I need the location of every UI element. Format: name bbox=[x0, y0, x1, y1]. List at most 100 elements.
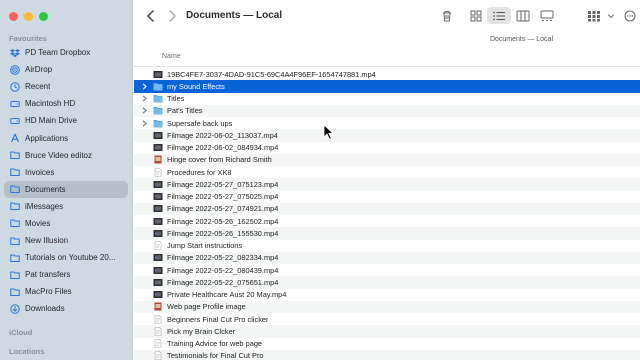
more-actions-button[interactable] bbox=[620, 7, 640, 24]
document-icon bbox=[153, 314, 163, 324]
sidebar-item-pat-transfers[interactable]: Pat transfers bbox=[4, 266, 128, 283]
minimize-window-button[interactable] bbox=[24, 12, 33, 21]
file-row[interactable]: Filmage 2022-06-02_084934.mp4 bbox=[134, 142, 640, 154]
close-window-button[interactable] bbox=[9, 12, 18, 21]
folder-row[interactable]: Titles bbox=[134, 93, 640, 105]
sidebar-item-label: HD Main Drive bbox=[25, 116, 78, 126]
sidebar-item-invoices[interactable]: Invoices bbox=[4, 164, 128, 181]
back-button[interactable] bbox=[142, 8, 158, 24]
folder-row[interactable]: Pat's Titles bbox=[134, 104, 640, 117]
sidebar-section-favourites: Favourites bbox=[9, 34, 47, 43]
group-by-button[interactable] bbox=[582, 7, 606, 24]
folder-icon bbox=[10, 167, 20, 177]
sidebar-item-label: iMessages bbox=[25, 201, 64, 211]
file-row[interactable]: Jump Start instructions bbox=[134, 240, 640, 252]
ellipsis-circle-icon bbox=[624, 10, 636, 21]
file-row[interactable]: Filmage 2022-05-26_162502.mp4 bbox=[134, 215, 640, 227]
sidebar-item-imessages[interactable]: iMessages bbox=[4, 198, 128, 215]
sidebar-item-macpro-files[interactable]: MacPro Files bbox=[4, 283, 128, 300]
video-file-icon bbox=[153, 192, 163, 201]
sidebar-item-bruce-video-editoz[interactable]: Bruce Video editoz bbox=[4, 147, 128, 164]
disclosure-chevron-icon[interactable] bbox=[140, 95, 149, 102]
column-view-icon bbox=[516, 10, 530, 21]
disclosure-chevron-icon[interactable] bbox=[140, 107, 149, 114]
file-row[interactable]: Pick my Brain Clcker bbox=[134, 325, 640, 338]
folder-icon bbox=[10, 218, 20, 228]
image-file-icon bbox=[153, 155, 163, 164]
sidebar-item-label: Downloads bbox=[25, 304, 65, 314]
sidebar: Favourites PD Team Dropbox AirDrop Recent M… bbox=[0, 0, 133, 360]
zoom-window-button[interactable] bbox=[39, 12, 48, 21]
file-name: Pick my Brain Clcker bbox=[167, 326, 236, 336]
sidebar-item-pd-team-dropbox[interactable]: PD Team Dropbox bbox=[4, 44, 128, 61]
sidebar-item-label: Macintosh HD bbox=[25, 99, 76, 109]
gallery-view-button[interactable] bbox=[538, 7, 556, 24]
video-file-icon bbox=[153, 253, 163, 262]
folder-row[interactable]: Supersafe back ups bbox=[134, 117, 640, 129]
folder-icon bbox=[10, 184, 20, 194]
file-row[interactable]: Filmage 2022-05-27_075025.mp4 bbox=[134, 191, 640, 203]
file-row[interactable]: Hinge cover from Richard Smith bbox=[134, 153, 640, 166]
document-icon bbox=[153, 167, 163, 177]
file-name: Filmage 2022-05-22_075651.mp4 bbox=[167, 277, 279, 287]
file-row[interactable]: Filmage 2022-06-02_113037.mp4 bbox=[134, 129, 640, 142]
window-controls bbox=[9, 12, 48, 21]
column-header-name[interactable]: Name bbox=[134, 50, 640, 67]
disclosure-chevron-icon[interactable] bbox=[140, 120, 149, 127]
sidebar-item-airdrop[interactable]: AirDrop bbox=[4, 61, 128, 78]
sidebar-item-recent[interactable]: Recent bbox=[4, 78, 128, 95]
file-row[interactable]: Private Healthcare Aust 20 May.mp4 bbox=[134, 289, 640, 301]
file-row[interactable]: Filmage 2022-05-22_082334.mp4 bbox=[134, 251, 640, 264]
video-file-icon bbox=[153, 131, 163, 140]
folder-icon bbox=[153, 82, 163, 91]
sidebar-item-documents[interactable]: Documents bbox=[4, 180, 128, 198]
file-row[interactable]: Filmage 2022-05-27_075123.mp4 bbox=[134, 178, 640, 191]
sidebar-item-downloads[interactable]: Downloads bbox=[4, 300, 128, 317]
document-icon bbox=[153, 351, 163, 360]
sidebar-item-label: MacPro Files bbox=[25, 287, 72, 297]
sidebar-item-hd-main-drive[interactable]: HD Main Drive bbox=[4, 112, 128, 129]
sidebar-item-movies[interactable]: Movies bbox=[4, 215, 128, 232]
video-file-icon bbox=[153, 204, 163, 213]
folder-icon bbox=[10, 270, 20, 280]
document-icon bbox=[153, 241, 163, 250]
file-row[interactable]: Filmage 2022-05-22_075651.mp4 bbox=[134, 276, 640, 289]
file-row[interactable]: Filmage 2022-05-27_074921.mp4 bbox=[134, 202, 640, 215]
file-name: Filmage 2022-05-22_082334.mp4 bbox=[167, 253, 279, 263]
sidebar-item-macintosh-hd[interactable]: Macintosh HD bbox=[4, 95, 128, 112]
file-row[interactable]: Procedures for XK8 bbox=[134, 166, 640, 178]
file-name: 19BC4FE7-3037-4DAD-91C5-69C4A4F96EF-1654… bbox=[167, 69, 376, 79]
disclosure-chevron-icon[interactable] bbox=[140, 83, 149, 90]
mouse-pointer-icon bbox=[323, 124, 334, 140]
sidebar-item-applications[interactable]: Applications bbox=[4, 129, 128, 146]
file-row[interactable]: Filmage 2022-05-26_155530.mp4 bbox=[134, 227, 640, 240]
file-row[interactable]: Testimonials for Final Cut Pro bbox=[134, 349, 640, 360]
file-row[interactable]: Beginners Final Cut Pro clicker bbox=[134, 313, 640, 325]
folder-icon bbox=[153, 119, 163, 128]
trash-button[interactable] bbox=[438, 7, 456, 24]
video-file-icon bbox=[153, 229, 163, 238]
folder-icon bbox=[153, 106, 163, 115]
file-name: Pat's Titles bbox=[167, 106, 203, 116]
icon-view-button[interactable] bbox=[467, 7, 485, 24]
forward-button[interactable] bbox=[164, 8, 180, 24]
file-row[interactable]: Training Advice for web page bbox=[134, 338, 640, 350]
group-by-dropdown[interactable] bbox=[606, 7, 616, 24]
column-view-button[interactable] bbox=[514, 7, 532, 24]
drive-icon bbox=[10, 99, 20, 109]
dropbox-icon bbox=[10, 48, 20, 58]
folder-row[interactable]: my Sound Effects bbox=[134, 80, 640, 93]
video-file-icon bbox=[153, 290, 163, 299]
sidebar-item-new-illusion[interactable]: New Illusion bbox=[4, 232, 128, 249]
trash-icon bbox=[443, 10, 451, 21]
file-name: Filmage 2022-05-27_075025.mp4 bbox=[167, 192, 279, 202]
sidebar-item-label: Recent bbox=[25, 82, 51, 92]
file-name: my Sound Effects bbox=[167, 81, 225, 91]
drive-icon bbox=[10, 116, 20, 126]
sidebar-item-tutorials-on-youtube-20[interactable]: Tutorials on Youtube 20... bbox=[4, 249, 128, 266]
list-view-button[interactable] bbox=[487, 7, 511, 24]
file-row[interactable]: Web page Profile image bbox=[134, 300, 640, 313]
document-icon bbox=[153, 339, 163, 348]
file-row[interactable]: Filmage 2022-05-22_080439.mp4 bbox=[134, 264, 640, 276]
file-row[interactable]: 19BC4FE7-3037-4DAD-91C5-69C4A4F96EF-1654… bbox=[134, 68, 640, 80]
